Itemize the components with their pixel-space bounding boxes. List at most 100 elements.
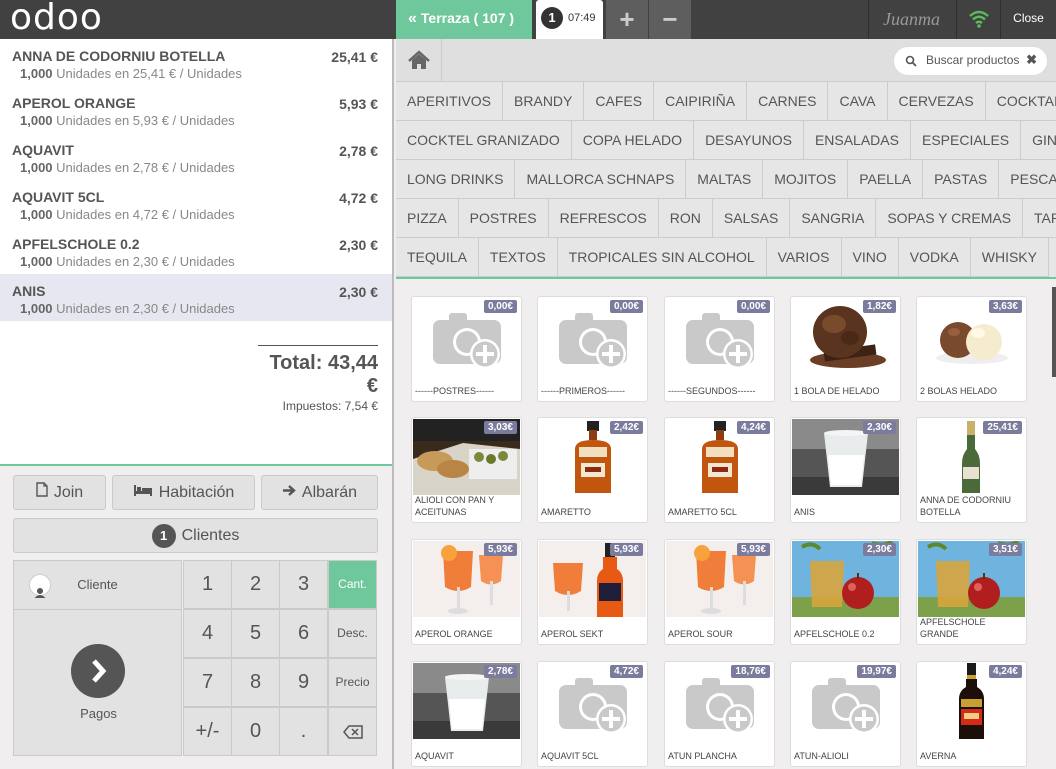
product-card[interactable]: 1,82€ 1 BOLA DE HELADO	[790, 296, 901, 402]
clients-button[interactable]: 1 Clientes	[13, 518, 378, 553]
product-card[interactable]: 5,93€ APEROL SEKT	[537, 539, 648, 645]
product-card[interactable]: 0,00€ ------PRIMEROS------	[537, 296, 648, 402]
category-button[interactable]: CAVA	[828, 82, 888, 121]
category-button[interactable]: CERVEZAS	[887, 82, 986, 121]
category-button[interactable]: TEQUILA	[396, 238, 479, 277]
category-button[interactable]: PESCADOS	[999, 160, 1056, 199]
numpad-key-1[interactable]: 1	[183, 560, 232, 609]
product-card[interactable]: 0,00€ ------POSTRES------	[411, 296, 522, 402]
numpad-key-6[interactable]: 6	[279, 609, 328, 658]
category-button[interactable]: PAELLA	[848, 160, 924, 199]
product-card[interactable]: 2,78€ AQUAVIT	[411, 661, 522, 767]
category-row: LONG DRINKS MALLORCA SCHNAPS MALTAS MOJITOS…	[396, 160, 1056, 199]
category-button[interactable]: CAIPIRIÑA	[654, 82, 748, 121]
numpad-key-8[interactable]: 8	[231, 658, 280, 707]
numpad-key-7[interactable]: 7	[183, 658, 232, 707]
customer-button[interactable]: Cliente	[13, 560, 182, 610]
clear-search-icon[interactable]: ✖	[1026, 52, 1037, 68]
product-price-tag: 18,76€	[731, 665, 770, 678]
payment-button[interactable]: Pagos	[13, 610, 182, 756]
category-button[interactable]: COPA HELADO	[571, 121, 695, 160]
category-button[interactable]: ENSALADAS	[803, 121, 911, 160]
category-button[interactable]: APERITIVOS	[396, 82, 504, 121]
category-button[interactable]: DESAYUNOS	[694, 121, 804, 160]
backspace-button[interactable]	[328, 707, 377, 756]
category-button[interactable]: TAPAS	[1023, 199, 1056, 238]
category-button[interactable]: MALTAS	[686, 160, 764, 199]
user-icon	[29, 574, 51, 598]
numpad-key-3[interactable]: 3	[279, 560, 328, 609]
join-button[interactable]: Join	[13, 475, 106, 510]
mode-quantity-button[interactable]: Cant.	[328, 560, 377, 609]
category-button[interactable]: SANGRIA	[790, 199, 877, 238]
category-button[interactable]: SALSAS	[712, 199, 791, 238]
category-button[interactable]: COCKTEL GRANIZADO	[396, 121, 572, 160]
add-order-button[interactable]: +	[606, 0, 648, 39]
product-card[interactable]: 19,97€ ATUN-ALIOLI	[790, 661, 901, 767]
numpad-key-9[interactable]: 9	[279, 658, 328, 707]
category-button[interactable]: VARIOS	[766, 238, 842, 277]
order-line[interactable]: AQUAVIT 2,78 € 1,000 Unidades en 2,78 € …	[0, 133, 392, 180]
order-line[interactable]: APEROL ORANGE 5,93 € 1,000 Unidades en 5…	[0, 86, 392, 133]
product-card[interactable]: 2,30€ APFELSCHOLE 0.2	[790, 539, 901, 645]
product-scrollbar[interactable]	[1052, 287, 1056, 377]
product-card[interactable]: 4,72€ AQUAVIT 5CL	[537, 661, 648, 767]
category-button[interactable]: VODKA	[898, 238, 971, 277]
category-button[interactable]: RON	[658, 199, 713, 238]
category-button[interactable]: MOJITOS	[763, 160, 849, 199]
product-card[interactable]: 3,03€ ALIOLI CON PAN Y ACEITUNAS	[411, 417, 522, 523]
order-line-selected[interactable]: ANIS 2,30 € 1,000 Unidades en 2,30 € / U…	[0, 274, 392, 321]
category-button[interactable]: LONG DRINKS	[396, 160, 516, 199]
category-button[interactable]: MALLORCA SCHNAPS	[515, 160, 687, 199]
numpad-key-4[interactable]: 4	[183, 609, 232, 658]
category-button[interactable]: TEXTOS	[478, 238, 558, 277]
product-card[interactable]: 2,42€ AMARETTO	[537, 417, 648, 523]
category-button[interactable]: TROPICALES SIN ALCOHOL	[557, 238, 767, 277]
order-line[interactable]: AQUAVIT 5CL 4,72 € 1,000 Unidades en 4,7…	[0, 180, 392, 227]
product-card[interactable]: 3,63€ 2 Bolas Helado	[916, 296, 1027, 402]
category-button[interactable]: CARNES	[747, 82, 829, 121]
mode-price-button[interactable]: Precio	[328, 658, 377, 707]
invoice-button[interactable]: Albarán	[261, 475, 378, 510]
remove-order-button[interactable]: −	[649, 0, 691, 39]
product-price-tag: 0,00€	[609, 300, 643, 313]
category-button[interactable]: COCKTAILS	[985, 82, 1056, 121]
cashier-name[interactable]: Juanma	[868, 0, 954, 39]
category-button[interactable]: REFRESCOS	[548, 199, 659, 238]
product-card[interactable]: 0,00€ ------SEGUNDOS------	[664, 296, 775, 402]
numpad-key-dot[interactable]: .	[279, 707, 328, 756]
table-tab[interactable]: «Terraza ( 107 )	[396, 0, 532, 39]
category-button[interactable]: ESPECIALES	[910, 121, 1022, 160]
home-button[interactable]	[396, 39, 442, 82]
product-card[interactable]: 25,41€ ANNA DE CODORNIU BOTELLA	[916, 417, 1027, 523]
room-button[interactable]: Habitación	[112, 475, 255, 510]
product-card[interactable]: 3,51€ APFELSCHOLE GRANDE	[916, 539, 1027, 645]
category-button[interactable]: GIN	[1021, 121, 1056, 160]
category-button[interactable]: POSTRES	[458, 199, 549, 238]
product-card[interactable]: 5,93€ APEROL SOUR	[664, 539, 775, 645]
category-button[interactable]: VINO	[841, 238, 899, 277]
order-line[interactable]: APFELSCHOLE 0.2 2,30 € 1,000 Unidades en…	[0, 227, 392, 274]
category-button[interactable]: WHISKY	[970, 238, 1049, 277]
category-button[interactable]: PIZZA	[396, 199, 459, 238]
order-tab[interactable]: 1 07:49	[536, 0, 603, 39]
product-card[interactable]: 4,24€ AMARETTO 5CL	[664, 417, 775, 523]
numpad-key-5[interactable]: 5	[231, 609, 280, 658]
numpad-key-2[interactable]: 2	[231, 560, 280, 609]
search-input[interactable]	[926, 53, 1026, 67]
mode-discount-button[interactable]: Desc.	[328, 609, 377, 658]
product-card[interactable]: 4,24€ AVERNA	[916, 661, 1027, 767]
order-line[interactable]: ANNA DE CODORNIU BOTELLA 25,41 € 1,000 U…	[0, 39, 392, 86]
close-button[interactable]: Close	[1000, 0, 1056, 39]
product-name: 1 BOLA DE HELADO	[794, 386, 880, 396]
category-button[interactable]: BRANDY	[503, 82, 585, 121]
product-card[interactable]: 18,76€ ATUN PLANCHA	[664, 661, 775, 767]
category-button[interactable]: SOPAS Y CREMAS	[876, 199, 1024, 238]
product-card[interactable]: 2,30€ ANIS	[790, 417, 901, 523]
category-button[interactable]: CAFES	[584, 82, 655, 121]
product-card[interactable]: 5,93€ APEROL ORANGE	[411, 539, 522, 645]
category-button[interactable]: PASTAS	[923, 160, 1000, 199]
home-icon	[408, 50, 430, 69]
numpad-key-plus-minus[interactable]: +/-	[183, 707, 232, 756]
numpad-key-0[interactable]: 0	[231, 707, 280, 756]
